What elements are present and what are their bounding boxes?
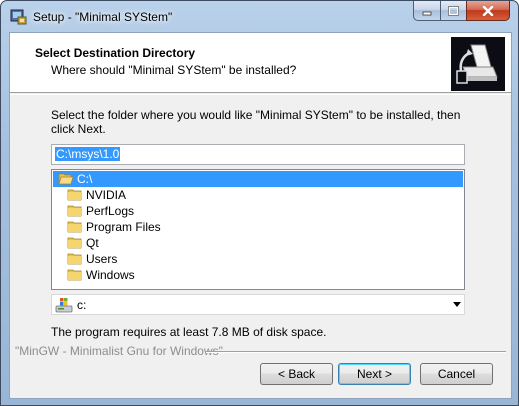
folder-item-program-files[interactable]: Program Files: [53, 219, 463, 235]
folder-icon: [67, 253, 82, 265]
folder-label: Program Files: [86, 220, 161, 234]
maximize-icon: [448, 5, 459, 16]
folder-label: Windows: [86, 268, 135, 282]
folder-item-perflogs[interactable]: PerfLogs: [53, 203, 463, 219]
folder-label: Qt: [86, 236, 99, 250]
folder-icon: [67, 269, 82, 281]
back-button[interactable]: < Back: [260, 363, 333, 385]
page-subtitle: Where should "Minimal SYStem" be install…: [51, 63, 297, 77]
windows-drive-icon: [55, 297, 73, 312]
header-divider: [10, 94, 511, 95]
folder-icon: [67, 237, 82, 249]
close-icon: [482, 5, 494, 16]
close-button[interactable]: [466, 1, 510, 21]
folder-item-qt[interactable]: Qt: [53, 235, 463, 251]
setup-window: Setup - "Minimal SYStem" Select Destinat…: [0, 0, 519, 406]
title-bar[interactable]: Setup - "Minimal SYStem": [1, 1, 518, 33]
wizard-header: Select Destination Directory Where shoul…: [10, 33, 511, 93]
window-title: Setup - "Minimal SYStem": [33, 10, 173, 24]
folder-item-nvidia[interactable]: NVIDIA: [53, 187, 463, 203]
disk-space-text: The program requires at least 7.8 MB of …: [51, 325, 327, 339]
wizard-client-area: Select Destination Directory Where shoul…: [9, 32, 512, 399]
setup-app-icon: [10, 9, 27, 25]
intro-text: Select the folder where you would like "…: [51, 108, 461, 136]
folder-icon: [67, 189, 82, 201]
footer-divider: [206, 351, 506, 353]
folder-label: C:\: [77, 172, 93, 186]
folder-icon: [67, 221, 82, 233]
open-folder-icon: [58, 173, 74, 185]
folder-item-c-drive[interactable]: C:\: [53, 171, 463, 187]
destination-path-value: C:\msys\1.0: [55, 147, 121, 161]
drive-select[interactable]: c:: [51, 294, 465, 315]
folder-icon: [67, 205, 82, 217]
folder-tree[interactable]: C:\ NVIDIA PerfLogs Program Files Qt Use…: [51, 169, 465, 290]
folder-item-users[interactable]: Users: [53, 251, 463, 267]
branding-text: "MinGW - Minimalist Gnu for Windows": [15, 344, 223, 358]
cancel-button[interactable]: Cancel: [420, 363, 493, 385]
install-computer-icon: [451, 37, 505, 91]
next-button[interactable]: Next >: [338, 363, 411, 385]
maximize-button[interactable]: [440, 1, 466, 21]
dropdown-arrow-icon[interactable]: [450, 295, 464, 314]
page-title: Select Destination Directory: [35, 46, 196, 60]
caption-buttons: [413, 1, 510, 22]
minimize-button[interactable]: [413, 1, 440, 21]
folder-label: NVIDIA: [86, 188, 127, 202]
minimize-icon: [422, 11, 432, 15]
folder-label: Users: [86, 252, 118, 266]
folder-label: PerfLogs: [86, 204, 135, 218]
destination-path-input[interactable]: C:\msys\1.0: [51, 144, 465, 165]
drive-value: c:: [77, 297, 87, 312]
folder-item-windows[interactable]: Windows: [53, 267, 463, 283]
